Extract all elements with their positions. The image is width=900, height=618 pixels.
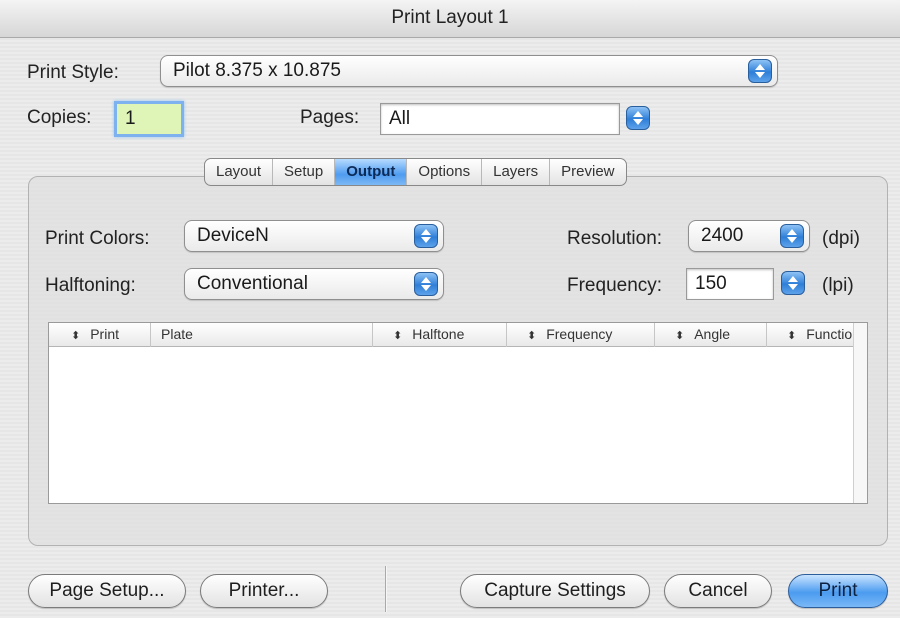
halftoning-label: Halftoning: — [45, 275, 136, 296]
up-down-arrows-icon — [748, 59, 772, 83]
tab-setup[interactable]: Setup — [273, 159, 336, 185]
resolution-label: Resolution: — [567, 228, 663, 249]
print-colors-popup[interactable]: DeviceN — [184, 220, 444, 252]
frequency-field[interactable]: 150 — [686, 268, 774, 300]
frequency-stepper[interactable] — [781, 271, 805, 295]
column-header-halftone[interactable]: ⬍ Halftone — [373, 323, 507, 347]
column-header-angle[interactable]: ⬍ Angle — [655, 323, 767, 347]
tab-bar: Layout Setup Output Options Layers Previ… — [204, 158, 627, 186]
resolution-popup[interactable]: 2400 — [688, 220, 810, 252]
copies-field[interactable]: 1 — [114, 101, 184, 137]
column-header-frequency[interactable]: ⬍ Frequency — [507, 323, 655, 347]
tab-layers[interactable]: Layers — [482, 159, 551, 185]
resolution-value: 2400 — [701, 225, 744, 246]
resolution-unit: (dpi) — [822, 228, 861, 249]
print-button[interactable]: Print — [788, 574, 888, 608]
up-down-arrows-icon — [414, 272, 438, 296]
sort-arrows-icon: ⬍ — [71, 330, 81, 342]
halftoning-popup[interactable]: Conventional — [184, 268, 444, 300]
sort-arrows-icon: ⬍ — [787, 330, 797, 342]
column-header-function[interactable]: ⬍ Function — [767, 323, 860, 347]
window-title-bar: Print Layout 1 — [0, 0, 900, 38]
table-scrollbar[interactable] — [853, 323, 867, 503]
plate-table[interactable]: ⬍ Print Plate ⬍ Halftone ⬍ Frequency ⬍ Angle… — [48, 322, 868, 504]
print-style-label: Print Style: — [27, 62, 119, 83]
table-header: ⬍ Print Plate ⬍ Halftone ⬍ Frequency ⬍ Angle… — [49, 323, 867, 347]
print-colors-value: DeviceN — [197, 225, 269, 246]
column-header-print[interactable]: ⬍ Print — [49, 323, 151, 347]
pages-stepper[interactable] — [626, 106, 650, 130]
page-setup-button[interactable]: Page Setup... — [28, 574, 186, 608]
tab-output[interactable]: Output — [335, 159, 408, 185]
copies-label: Copies: — [27, 107, 92, 128]
button-divider — [385, 566, 387, 612]
tab-layout[interactable]: Layout — [205, 159, 274, 185]
print-style-popup[interactable]: Pilot 8.375 x 10.875 — [160, 55, 778, 87]
up-down-arrows-icon — [414, 224, 438, 248]
printer-button[interactable]: Printer... — [200, 574, 328, 608]
sort-arrows-icon: ⬍ — [393, 330, 403, 342]
tab-options[interactable]: Options — [407, 159, 483, 185]
up-down-arrows-icon — [633, 111, 643, 125]
print-style-value: Pilot 8.375 x 10.875 — [173, 60, 341, 81]
capture-settings-button[interactable]: Capture Settings — [460, 574, 650, 608]
frequency-unit: (lpi) — [822, 275, 854, 296]
sort-arrows-icon: ⬍ — [527, 330, 537, 342]
up-down-arrows-icon — [788, 276, 798, 290]
frequency-label: Frequency: — [567, 275, 663, 296]
tab-preview[interactable]: Preview — [550, 159, 625, 185]
column-header-plate[interactable]: Plate — [151, 323, 373, 347]
pages-field[interactable]: All — [380, 103, 620, 135]
halftoning-value: Conventional — [197, 273, 308, 294]
up-down-arrows-icon — [780, 224, 804, 248]
pages-label: Pages: — [300, 107, 360, 128]
sort-arrows-icon: ⬍ — [675, 330, 685, 342]
cancel-button[interactable]: Cancel — [664, 574, 772, 608]
print-colors-label: Print Colors: — [45, 228, 150, 249]
window-title: Print Layout 1 — [391, 7, 509, 28]
